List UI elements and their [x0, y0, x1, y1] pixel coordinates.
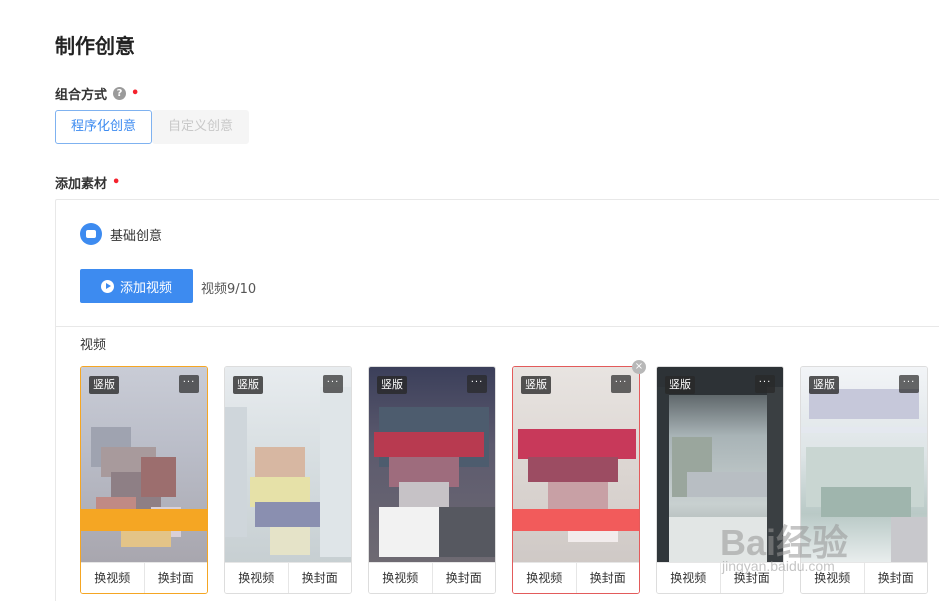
- replace-cover-button[interactable]: 换封面: [719, 563, 784, 593]
- play-icon: [100, 279, 114, 293]
- more-icon[interactable]: ···: [899, 375, 919, 393]
- video-tag: 竖版: [665, 376, 695, 394]
- more-icon[interactable]: ···: [611, 375, 631, 393]
- required-asterisk: •: [131, 86, 140, 101]
- programmatic-creative-button[interactable]: 程序化创意: [55, 110, 153, 144]
- add-video-button[interactable]: 添加视频: [80, 269, 193, 303]
- combination-mode-group: 程序化创意 自定义创意: [55, 110, 250, 144]
- required-asterisk: •: [112, 175, 121, 190]
- video-card[interactable]: 竖版 ··· 换视频 换封面: [656, 366, 784, 594]
- replace-cover-button[interactable]: 换封面: [863, 563, 928, 593]
- add-material-label-text: 添加素材: [55, 177, 108, 192]
- page-title: 制作创意: [55, 34, 135, 58]
- video-tag: 竖版: [233, 376, 263, 394]
- more-icon[interactable]: ···: [755, 375, 775, 393]
- card-actions: 换视频 换封面: [801, 562, 927, 593]
- video-thumbnail[interactable]: 竖版 ···: [369, 367, 495, 563]
- replace-video-button[interactable]: 换视频: [513, 563, 576, 593]
- replace-cover-button[interactable]: 换封面: [431, 563, 496, 593]
- video-card[interactable]: 竖版 ··· 换视频 换封面: [512, 366, 640, 594]
- replace-video-button[interactable]: 换视频: [369, 563, 432, 593]
- remove-video-icon[interactable]: ×: [632, 360, 646, 374]
- video-card[interactable]: 竖版 ··· 换视频 换封面: [368, 366, 496, 594]
- video-thumbnail[interactable]: 竖版 ···: [225, 367, 351, 563]
- base-creative: 基础创意: [80, 223, 162, 245]
- custom-creative-button[interactable]: 自定义创意: [152, 110, 250, 144]
- video-tag: 竖版: [89, 376, 119, 394]
- more-icon[interactable]: ···: [179, 375, 199, 393]
- question-circle-icon[interactable]: ?: [113, 87, 127, 100]
- video-thumbnail[interactable]: 竖版 ···: [657, 367, 783, 563]
- more-icon[interactable]: ···: [323, 375, 343, 393]
- base-creative-label: 基础创意: [110, 228, 163, 244]
- video-thumbnail[interactable]: 竖版 ···: [513, 367, 639, 563]
- combination-label-text: 组合方式: [55, 88, 108, 103]
- video-tag: 竖版: [809, 376, 839, 394]
- card-actions: 换视频 换封面: [657, 562, 783, 593]
- videos-label: 视频: [80, 338, 107, 353]
- replace-video-button[interactable]: 换视频: [657, 563, 720, 593]
- video-tag: 竖版: [521, 376, 551, 394]
- video-thumbnail[interactable]: 竖版 ···: [801, 367, 927, 563]
- replace-cover-button[interactable]: 换封面: [575, 563, 640, 593]
- replace-video-button[interactable]: 换视频: [225, 563, 288, 593]
- replace-video-button[interactable]: 换视频: [81, 563, 144, 593]
- combination-label: 组合方式 ? •: [55, 84, 139, 103]
- video-card[interactable]: 竖版 ··· 换视频 换封面: [224, 366, 352, 594]
- video-tag: 竖版: [377, 376, 407, 394]
- video-count: 视频9/10: [201, 282, 257, 297]
- creative-icon: [80, 223, 102, 245]
- card-actions: 换视频 换封面: [369, 562, 495, 593]
- video-thumbnail[interactable]: 竖版 ···: [81, 367, 207, 563]
- material-panel-header: 基础创意 添加视频 视频9/10: [56, 200, 939, 327]
- video-card[interactable]: 竖版 ··· 换视频 换封面: [80, 366, 208, 594]
- add-material-label: 添加素材 •: [55, 173, 120, 192]
- replace-cover-button[interactable]: 换封面: [287, 563, 352, 593]
- card-actions: 换视频 换封面: [81, 562, 207, 593]
- card-actions: 换视频 换封面: [225, 562, 351, 593]
- add-video-label: 添加视频: [119, 280, 172, 296]
- video-card[interactable]: 竖版 ··· 换视频 换封面: [800, 366, 928, 594]
- card-actions: 换视频 换封面: [513, 562, 639, 593]
- more-icon[interactable]: ···: [467, 375, 487, 393]
- replace-cover-button[interactable]: 换封面: [143, 563, 208, 593]
- replace-video-button[interactable]: 换视频: [801, 563, 864, 593]
